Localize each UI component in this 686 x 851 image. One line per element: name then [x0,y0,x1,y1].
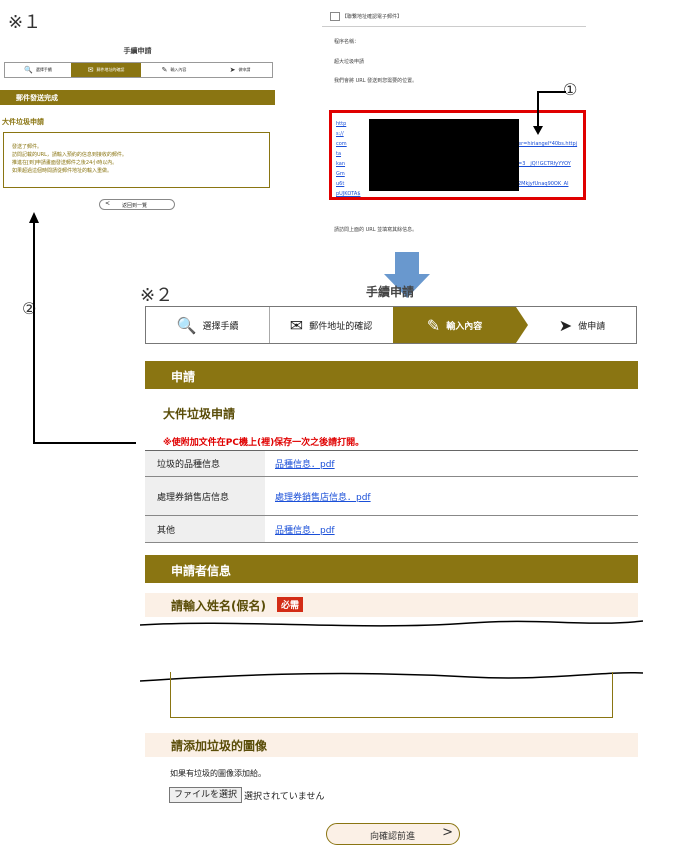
row-value: 處理券銷售店信息．pdf [265,477,638,516]
row-label: 處理券銷售店信息 [145,477,265,516]
url-part[interactable]: kan [336,161,345,167]
email-footer: 請訪問上面的 URL 並填寫其餘信息。 [334,227,418,233]
send-icon: ➤ [558,315,573,335]
back-to-list-button[interactable]: < 返回到一覽 [99,199,175,210]
main-page-title: 手續申請 [366,285,415,299]
step-email-confirm: ✉ 郵件地址的確認 [289,315,373,335]
email-line-1: 程序名稱： [334,39,360,45]
left-step-3: ✎ 輸入內容 [161,66,187,74]
row-value: 品種信息．pdf [265,516,638,543]
mail-icon [330,12,340,21]
confirm-button[interactable]: 向確認前進 > [326,823,460,845]
image-note: 如果有垃圾的圖像添加給。 [170,769,266,778]
left-message-box: 發送了郵件。 訪問記載的URL，請輸入預約的信息到接收的郵件。 推進在[到]申請… [3,132,270,188]
attachment-warning: ※使附加文件在PC機上(裡)保存一次之後請打開。 [163,438,365,448]
pdf-link[interactable]: 品種信息．pdf [275,457,335,470]
row-label: 其他 [145,516,265,543]
step-submit: ➤ 做申請 [558,315,606,335]
url-part-right[interactable]: 2MkjyfUnaq90OK_Al [518,181,568,187]
left-step-bar: 🔍 選擇手續 ✉ 郵件地址的確認 ✎ 輸入內容 ➤ 做申請 [4,62,273,78]
pencil-icon: ✎ [426,315,441,335]
send-icon: ➤ [229,66,236,74]
section-applicant-header: 申請者信息 [145,555,638,583]
step-select-procedure: 🔍 選擇手續 [146,307,270,343]
torn-edge-top [140,620,643,627]
url-part[interactable]: u6t [336,181,344,187]
pdf-link[interactable]: 品種信息．pdf [275,523,335,536]
search-icon: 🔍 [24,66,33,74]
arrow-2 [29,212,136,444]
chevron-right-icon: > [442,825,453,840]
url-part-right[interactable]: =3__jQ!!GCTRfyYYOY [518,161,571,167]
url-part[interactable]: Gm [336,171,345,177]
url-part[interactable]: com [336,141,347,147]
file-status: 選択されていません [244,792,325,802]
url-part-right[interactable]: er=hiriangel*40bs.httpj [518,141,577,147]
note-1: ※１ [8,12,42,33]
email-line-3: 我們會將 URL 發送到您需要的位置。 [334,78,418,84]
left-banner: 郵件發送完成 [0,90,275,105]
name-field-header: 請輸入姓名(假名) 必需 [145,593,638,617]
pdf-link[interactable]: 處理券銷售店信息．pdf [275,490,371,503]
pencil-icon: ✎ [161,66,168,74]
row-value: 品種信息．pdf [265,451,638,477]
search-icon: 🔍 [176,315,197,335]
attachment-table: 垃圾的品種信息 品種信息．pdf 處理券銷售店信息 處理券銷售店信息．pdf 其… [145,450,638,543]
step-chevron [516,307,528,343]
envelope-icon: ✉ [289,315,304,335]
left-panel-title: 手續申請 [123,47,152,55]
image-field-header: 請添加垃圾的圖像 [145,733,638,757]
form-subtitle: 大件垃圾申請 [163,407,236,421]
left-step-4: ➤ 做申請 [229,66,251,74]
envelope-icon: ✉ [87,66,94,74]
file-select-button[interactable]: ファイルを選択 [169,787,243,803]
arrow-1 [533,91,566,135]
chevron-left-icon: < [105,200,111,207]
url-part[interactable]: pUJKOTA$ [336,191,361,197]
url-part[interactable]: s:// [336,131,344,137]
email-header: 【聯繫地址確認電子郵件】 [322,8,586,27]
redaction-block [369,119,519,191]
section-apply-header: 申請 [145,361,638,389]
step-input-content: ✎ 輸入內容 [393,307,516,343]
left-step-1: 🔍 選擇手續 [24,66,52,74]
left-subtitle: 大件垃圾申請 [2,118,44,126]
left-panel: 手續申請 🔍 選擇手續 ✉ 郵件地址的確認 ✎ 輸入內容 ➤ 做申請 郵件發送完成 大件… [0,40,275,215]
row-label: 垃圾的品種信息 [145,451,265,477]
left-step-2: ✉ 郵件地址的確認 [71,63,141,77]
main-step-bar: 🔍 選擇手續 ✉ 郵件地址的確認 ✎ 輸入內容 ➤ 做申請 [145,306,637,344]
url-part[interactable]: ta [336,151,341,157]
url-part[interactable]: http [336,121,346,127]
name-input-box[interactable] [170,672,613,718]
email-line-2: 超大垃圾申請 [334,59,365,65]
required-badge: 必需 [277,597,304,612]
